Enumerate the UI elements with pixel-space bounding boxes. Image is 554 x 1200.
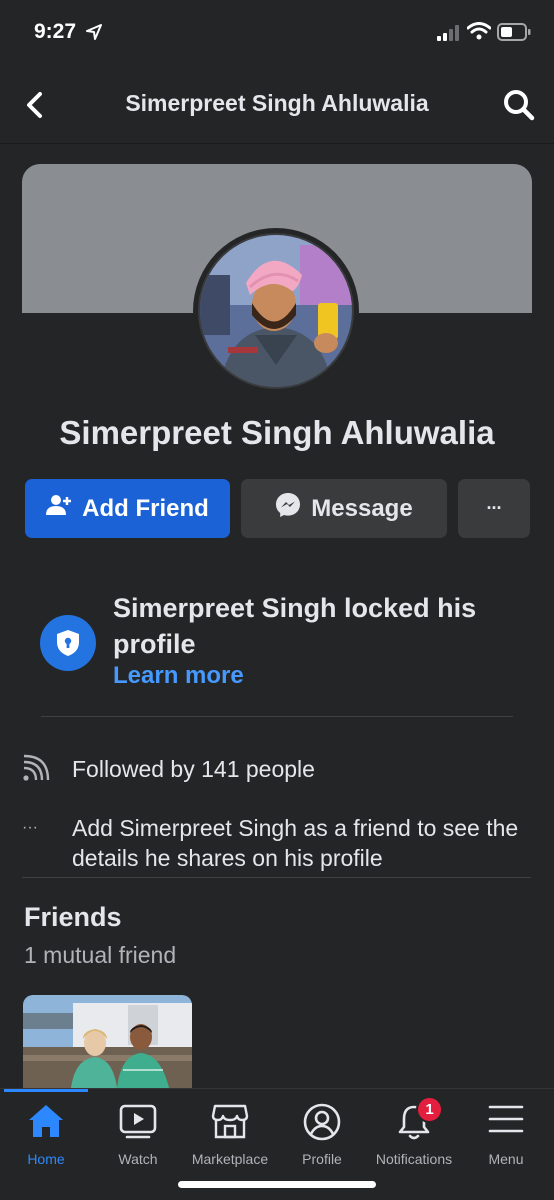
search-icon[interactable]	[502, 88, 536, 122]
more-options-button[interactable]: ···	[458, 479, 530, 538]
page-title: Simerpreet Singh Ahluwalia	[125, 90, 429, 116]
friends-heading: Friends	[24, 902, 122, 932]
tab-home[interactable]: Home	[0, 1089, 92, 1173]
locked-profile-text: Simerpreet Singh locked his profile	[113, 593, 477, 659]
watch-icon	[119, 1103, 157, 1144]
home-indicator[interactable]	[178, 1181, 376, 1188]
cellular-signal-icon	[437, 25, 461, 46]
message-label: Message	[311, 494, 413, 522]
profile-icon	[303, 1103, 341, 1146]
message-button[interactable]: Message	[241, 479, 447, 538]
rss-feed-icon	[22, 754, 50, 789]
location-arrow-icon	[86, 24, 102, 45]
wifi-icon	[466, 22, 492, 45]
add-friend-icon	[46, 494, 72, 523]
add-friend-prompt-text: Add Simerpreet Singh as a friend to see …	[72, 815, 519, 871]
home-icon	[27, 1103, 65, 1144]
add-friend-button[interactable]: Add Friend	[25, 479, 230, 538]
tab-profile[interactable]: Profile	[276, 1089, 368, 1173]
top-navigation: Simerpreet Singh Ahluwalia	[0, 64, 554, 144]
mutual-friend-photo[interactable]	[23, 995, 192, 1088]
shield-lock-icon	[40, 615, 96, 671]
marketplace-icon	[211, 1103, 249, 1144]
mutual-friends-count: 1 mutual friend	[24, 942, 177, 968]
more-icon: ···	[486, 498, 503, 518]
add-friend-prompt-row: ··· Add Simerpreet Singh as a friend to …	[22, 813, 542, 875]
divider	[22, 877, 531, 878]
more-dots-icon: ···	[22, 819, 38, 836]
learn-more-link[interactable]: Learn more	[113, 662, 244, 690]
tab-menu[interactable]: Menu	[460, 1089, 552, 1173]
profile-name: Simerpreet Singh Ahluwalia	[59, 414, 495, 451]
add-friend-label: Add Friend	[82, 494, 209, 522]
bottom-tab-bar: Home Watch Marketplace Profile 1 Notific…	[0, 1088, 554, 1200]
status-time: 9:27	[34, 20, 77, 43]
avatar	[198, 233, 354, 389]
profile-picture[interactable]	[193, 228, 359, 394]
tab-watch[interactable]: Watch	[92, 1089, 184, 1173]
notification-badge: 1	[416, 1096, 443, 1123]
divider	[41, 716, 513, 717]
battery-icon	[497, 23, 531, 46]
tab-label: Menu	[488, 1151, 524, 1167]
status-bar: 9:27	[0, 0, 554, 64]
menu-icon	[488, 1103, 524, 1140]
messenger-icon	[275, 492, 301, 525]
tab-marketplace[interactable]: Marketplace	[184, 1089, 276, 1173]
followers-row: Followed by 141 people	[22, 754, 542, 786]
followers-text: Followed by 141 people	[72, 756, 315, 782]
tab-notifications[interactable]: 1 Notifications	[368, 1089, 460, 1173]
profile-actions: Add Friend Message ···	[25, 479, 530, 538]
